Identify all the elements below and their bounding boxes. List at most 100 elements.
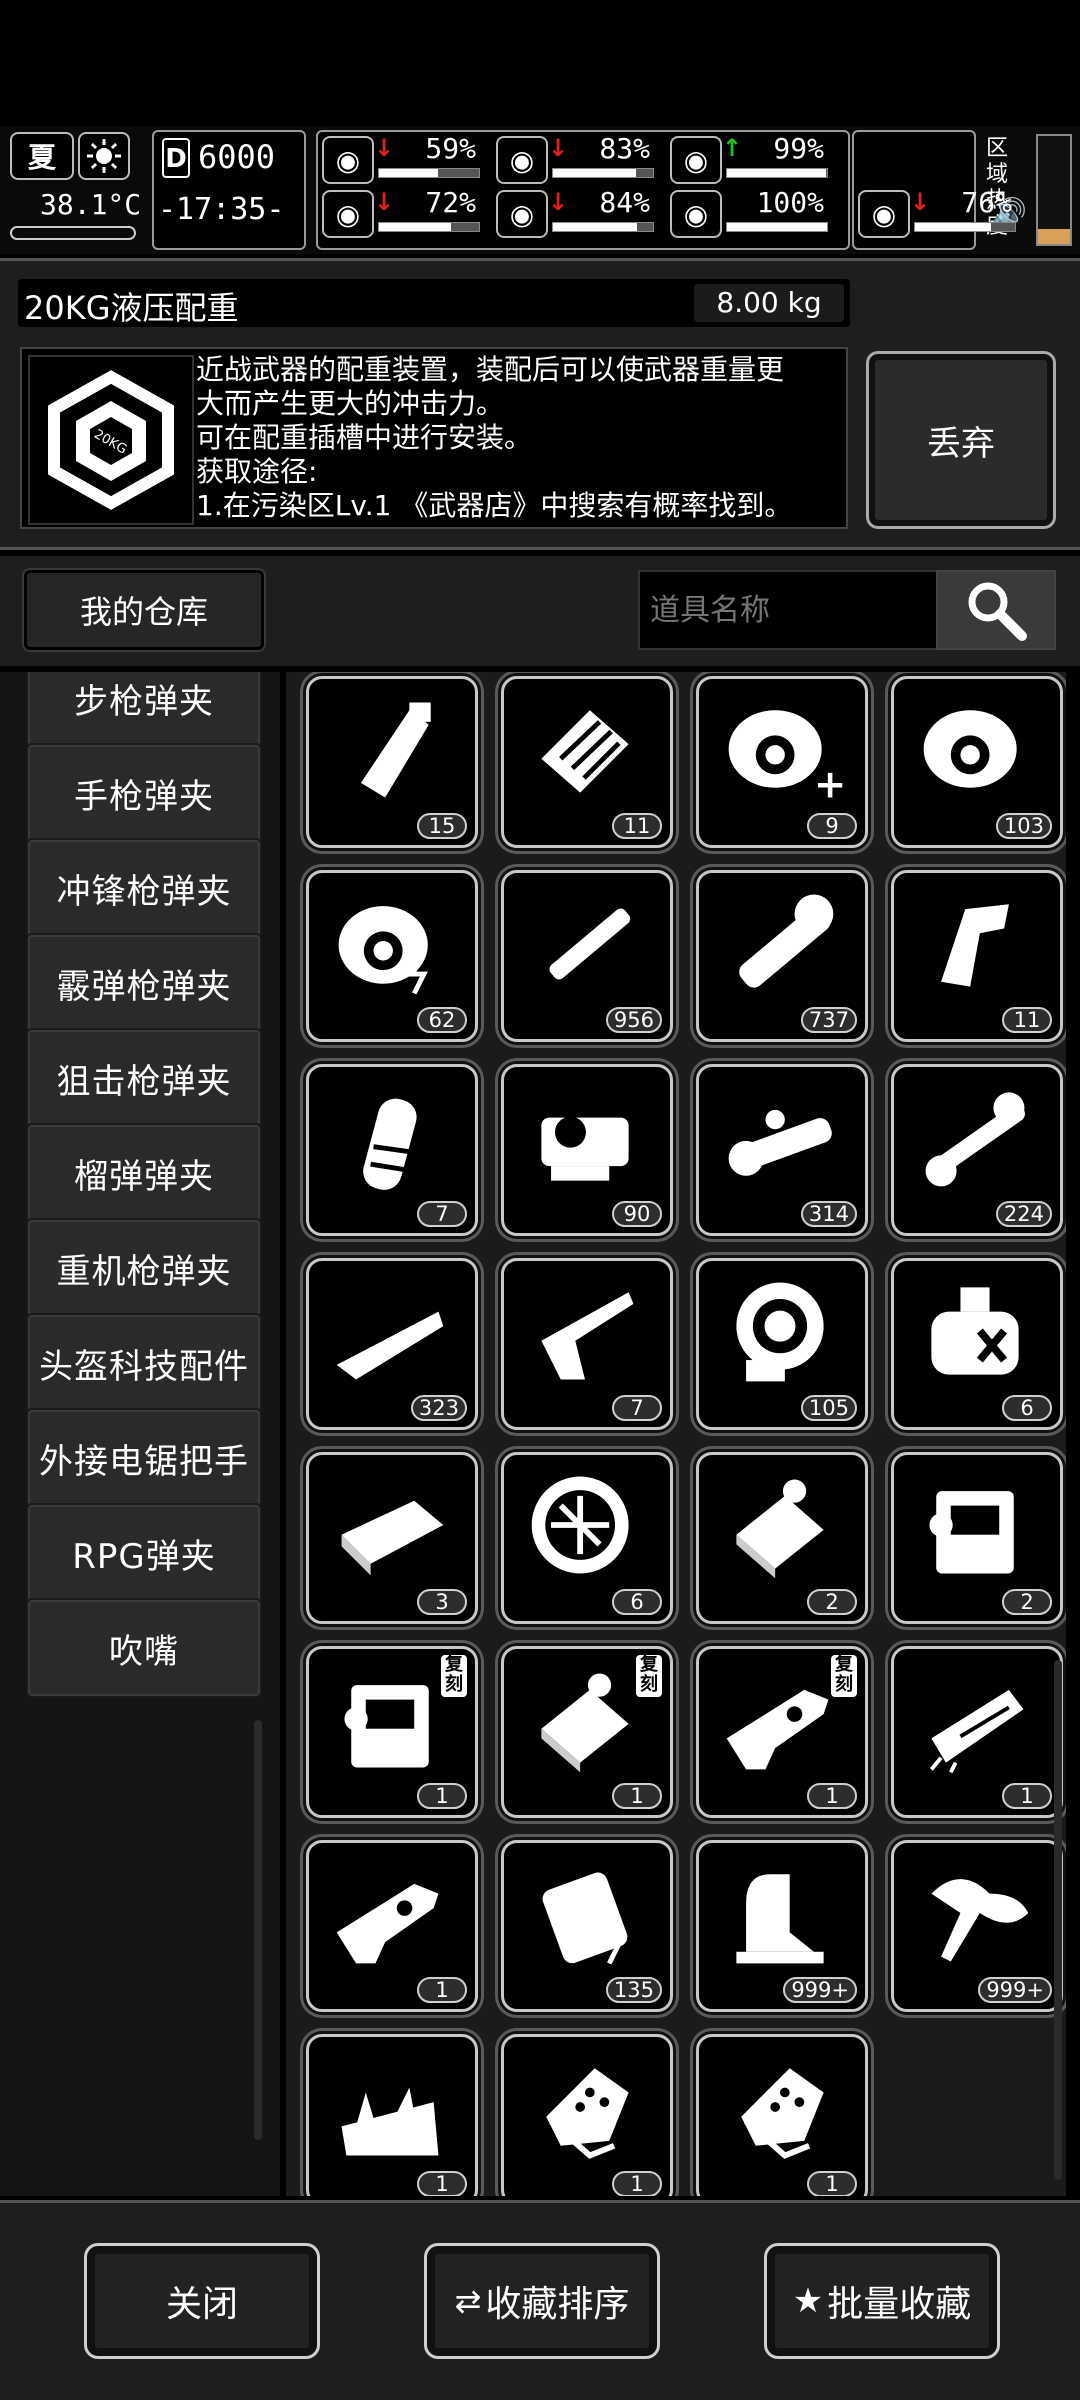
water-drop-icon: ◉ (496, 190, 548, 238)
stat-bar (914, 222, 1016, 232)
stat-value: 100% (756, 186, 824, 219)
item-slot[interactable]: 90 (501, 1064, 673, 1236)
item-grid: 1511+91036295673711790314224323710563622… (286, 672, 1066, 2196)
season-badge: 夏 (10, 132, 74, 180)
item-count: 1 (807, 2171, 857, 2196)
item-slot[interactable]: 11 (891, 870, 1063, 1042)
item-slot[interactable]: 1 (306, 1840, 478, 2012)
item-count: 6 (612, 1589, 662, 1615)
thermometer-icon (10, 226, 136, 240)
item-slot[interactable]: 2 (696, 1452, 868, 1624)
warehouse-header: 我的仓库 (0, 556, 1080, 666)
category-item[interactable]: 手枪弹夹 (26, 743, 262, 843)
category-scrollbar[interactable] (254, 1720, 262, 2140)
star-icon: ★ (792, 2281, 824, 2321)
item-slot[interactable]: 3 (306, 1452, 478, 1624)
category-item[interactable]: 重机枪弹夹 (26, 1218, 262, 1318)
chainsaw-handle-icon (929, 1689, 1024, 1774)
item-slot[interactable]: 复刻 1 (696, 1646, 868, 1818)
item-count: 11 (1002, 1007, 1052, 1033)
status-bar: 夏 38.1°C D 6000 -17:35- 区域 热度 🔊 ◉↓59%◉↓8… (0, 126, 1080, 254)
flashlight-icon (739, 894, 834, 988)
search-button[interactable] (936, 570, 1056, 650)
item-slot[interactable]: 737 (696, 870, 868, 1042)
item-slot[interactable]: 62 (306, 870, 478, 1042)
item-slot[interactable]: +9 (696, 676, 868, 848)
discard-button[interactable]: 丢弃 (866, 351, 1056, 529)
item-count: 1 (1002, 1783, 1052, 1809)
item-slot[interactable]: 956 (501, 870, 673, 1042)
my-warehouse-tab[interactable]: 我的仓库 (24, 570, 264, 650)
category-item[interactable]: 冲锋枪弹夹 (26, 838, 262, 938)
description-line: 可在配重插槽中进行安装。 (196, 421, 533, 454)
replica-badge: 复刻 (831, 1655, 857, 1697)
power-cell-icon (542, 1872, 628, 1965)
item-count: 1 (807, 1783, 857, 1809)
item-slot[interactable]: 1 (696, 2034, 868, 2196)
wood-stock-icon (336, 1311, 444, 1380)
grid-scrollbar[interactable] (1054, 1660, 1062, 2180)
category-item[interactable]: 榴弹弹夹 (26, 1123, 262, 1223)
item-count: 323 (410, 1395, 467, 1421)
item-slot[interactable]: 2 (891, 1452, 1063, 1624)
stat-value: 76% (961, 186, 1012, 219)
category-item[interactable]: 霰弹枪弹夹 (26, 933, 262, 1033)
category-item[interactable]: 吹嘴 (26, 1598, 262, 1698)
item-slot[interactable]: 11 (501, 676, 673, 848)
stomach-icon: ◉ (496, 136, 548, 184)
batch-favorite-button[interactable]: ★ 批量收藏 (764, 2243, 1000, 2359)
item-slot[interactable]: 1 (891, 1646, 1063, 1818)
item-slot[interactable]: 135 (501, 1840, 673, 2012)
item-count: 1 (417, 1783, 467, 1809)
item-slot[interactable]: 1 (501, 2034, 673, 2196)
item-count: 999+ (783, 1977, 857, 2003)
item-count: 135 (605, 1977, 662, 2003)
item-slot[interactable]: 1 (306, 2034, 478, 2196)
bottom-bar: 关闭 ⇄ 收藏排序 ★ 批量收藏 (0, 2200, 1080, 2400)
item-slot[interactable]: 103 (891, 676, 1063, 848)
target-helmet-plus-icon: + (728, 710, 843, 807)
item-name-bar: 20KG液压配重 8.00 kg (18, 279, 850, 327)
weight-block-icon (736, 1479, 824, 1579)
search-input[interactable] (638, 570, 938, 650)
clock: -17:35- (158, 192, 285, 227)
item-count: 11 (612, 813, 662, 839)
knuckle-guard-icon (741, 2068, 824, 2159)
category-item[interactable]: 步枪弹夹 (26, 672, 262, 748)
item-count: 15 (417, 813, 467, 839)
target-helmet-icon (923, 710, 1017, 788)
item-slot[interactable]: 314 (696, 1064, 868, 1236)
category-item[interactable]: 头盔科技配件 (26, 1313, 262, 1413)
category-item[interactable]: 外接电锯把手 (26, 1408, 262, 1508)
sort-favorites-button[interactable]: ⇄ 收藏排序 (424, 2243, 660, 2359)
grip-icon (941, 904, 1009, 987)
item-slot[interactable]: 7 (501, 1258, 673, 1430)
item-slot[interactable]: 7 (306, 1064, 478, 1236)
item-count: 737 (800, 1007, 857, 1033)
category-item[interactable]: 狙击枪弹夹 (26, 1028, 262, 1128)
boot-icon: ◉ (858, 190, 910, 238)
ammo-box-icon (541, 710, 629, 793)
item-slot[interactable]: 999+ (696, 1840, 868, 2012)
time-panel: D 6000 -17:35- (152, 130, 306, 250)
close-button[interactable]: 关闭 (84, 2243, 320, 2359)
item-slot[interactable]: 6 (891, 1258, 1063, 1430)
item-count: 224 (995, 1201, 1052, 1227)
item-slot[interactable]: 323 (306, 1258, 478, 1430)
item-slot[interactable]: 105 (696, 1258, 868, 1430)
item-slot[interactable]: 6 (501, 1452, 673, 1624)
item-count: 1 (417, 2171, 467, 2196)
item-slot[interactable]: 15 (306, 676, 478, 848)
item-count: 1 (417, 1977, 467, 2003)
replica-badge: 复刻 (636, 1655, 662, 1697)
item-slot[interactable]: 复刻 1 (501, 1646, 673, 1818)
item-slot[interactable]: 224 (891, 1064, 1063, 1236)
item-slot[interactable]: 999+ (891, 1840, 1063, 2012)
batch-favorite-label: 批量收藏 (827, 2284, 972, 2325)
item-description-box: 20KG 近战武器的配重装置，装配后可以使武器重量更 大而产生更大的冲击力。 可… (20, 347, 848, 529)
item-count: 1 (612, 2171, 662, 2196)
item-count: 9 (807, 813, 857, 839)
category-item[interactable]: RPG弹夹 (26, 1503, 262, 1603)
stat-bar (726, 168, 828, 178)
item-slot[interactable]: 复刻 1 (306, 1646, 478, 1818)
